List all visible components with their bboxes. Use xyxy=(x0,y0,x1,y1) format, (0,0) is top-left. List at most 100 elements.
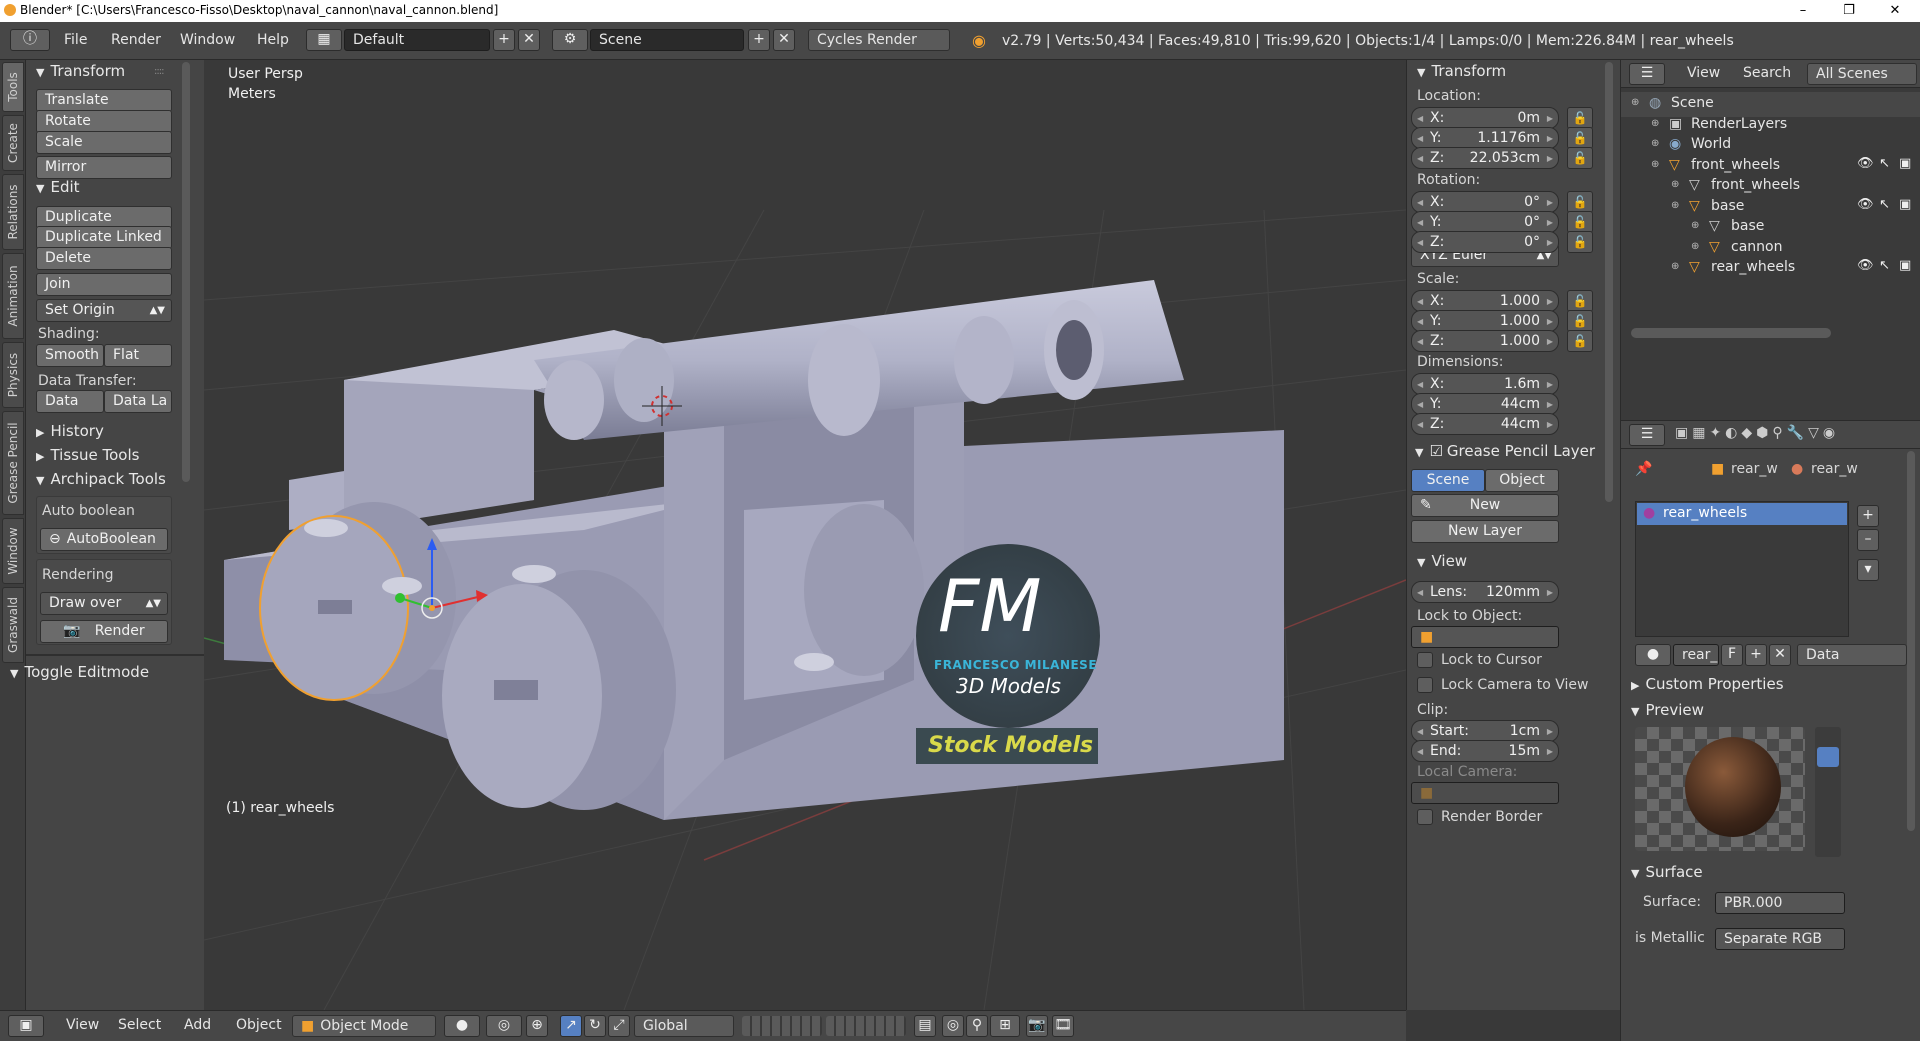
visibility-eye-icon[interactable]: 👁 xyxy=(1857,156,1874,171)
gp-new-layer-button[interactable]: New Layer xyxy=(1411,520,1559,543)
add-slot-icon[interactable]: + xyxy=(1857,505,1879,527)
location-x-lock-icon[interactable]: 🔓 xyxy=(1567,107,1593,129)
expand-toggle-icon[interactable]: ⊕ xyxy=(1671,179,1679,190)
visibility-eye-icon[interactable]: 👁 xyxy=(1857,197,1874,212)
rotation-x-lock-icon[interactable]: 🔓 xyxy=(1567,191,1593,213)
link-dropdown[interactable]: Data xyxy=(1797,644,1907,666)
scale-manipulator-icon[interactable]: ⤢ xyxy=(608,1015,630,1037)
snap-toggle-icon[interactable]: ⚲ xyxy=(966,1015,988,1037)
outliner-filter-dropdown[interactable]: All Scenes xyxy=(1807,63,1917,85)
grease-pencil-header[interactable]: ▼ ☑ Grease Pencil Layer xyxy=(1415,442,1595,460)
remove-scene-icon[interactable]: ✕ xyxy=(773,29,795,51)
location-z-lock-icon[interactable]: 🔓 xyxy=(1567,147,1593,169)
toggle-editmode-header[interactable]: ▼ Toggle Editmode xyxy=(10,663,149,681)
properties-editor-icon[interactable]: ☰ xyxy=(1629,424,1665,446)
custom-properties-header[interactable]: ▶ Custom Properties xyxy=(1631,675,1784,693)
breadcrumb-object[interactable]: rear_w xyxy=(1731,461,1778,477)
rotation-x-field[interactable]: ◀ X: 0° ▶ xyxy=(1411,191,1559,213)
outliner-row[interactable]: ⊕ ▽ rear_wheels 👁 ↖ ▣ xyxy=(1621,256,1920,281)
delete-button[interactable]: Delete xyxy=(36,247,172,270)
edit-panel-header[interactable]: ▼ Edit xyxy=(36,178,80,196)
gp-scene-button[interactable]: Scene xyxy=(1411,469,1485,492)
scale-button[interactable]: Scale xyxy=(36,131,172,154)
object-mode-dropdown[interactable]: ■ Object Mode xyxy=(292,1015,436,1037)
expand-toggle-icon[interactable]: ⊕ xyxy=(1631,97,1639,108)
menu-object[interactable]: Object xyxy=(236,1017,282,1033)
history-panel-header[interactable]: ▶ History xyxy=(36,422,104,440)
gp-checkbox-icon[interactable]: ☑ xyxy=(1429,442,1442,460)
tab-window[interactable]: Window xyxy=(2,518,24,584)
material-name-field[interactable]: rear_ xyxy=(1673,644,1719,666)
view-panel-header[interactable]: ▼ View xyxy=(1417,552,1467,570)
pivot-point-icon[interactable]: ◎ xyxy=(486,1015,522,1037)
remove-slot-icon[interactable]: – xyxy=(1857,529,1879,551)
gp-new-button[interactable]: ✎ New xyxy=(1411,494,1559,517)
unlink-material-icon[interactable]: ✕ xyxy=(1769,644,1791,666)
menu-window[interactable]: Window xyxy=(180,32,235,48)
scale-z-lock-icon[interactable]: 🔓 xyxy=(1567,330,1593,352)
editor-type-icon[interactable]: ⓘ xyxy=(10,29,50,51)
npanel-scrollbar[interactable] xyxy=(1605,62,1613,502)
autoboolean-button[interactable]: ⊖ AutoBoolean xyxy=(40,528,168,551)
screen-layout-icon[interactable]: ▦ xyxy=(306,29,342,51)
visibility-eye-icon[interactable]: 👁 xyxy=(1857,258,1874,273)
expand-toggle-icon[interactable]: ⊕ xyxy=(1671,200,1679,211)
lock-camera-checkbox[interactable] xyxy=(1417,677,1433,693)
proportional-edit-icon[interactable]: ◎ xyxy=(942,1015,964,1037)
layers-grid[interactable] xyxy=(742,1016,822,1036)
view3d-editor-icon[interactable]: ▣ xyxy=(8,1015,44,1037)
renderable-camera-icon[interactable]: ▣ xyxy=(1899,156,1911,171)
tab-grease-pencil[interactable]: Grease Pencil xyxy=(2,411,24,515)
rotate-manipulator-icon[interactable]: ↻ xyxy=(584,1015,606,1037)
surface-node-field[interactable]: PBR.000 xyxy=(1715,892,1845,914)
rotation-y-field[interactable]: ◀ Y: 0° ▶ xyxy=(1411,211,1559,233)
preview-header[interactable]: ▼ Preview xyxy=(1631,701,1704,719)
close-window-button[interactable]: ✕ xyxy=(1872,0,1918,22)
location-y-field[interactable]: ◀ Y: 1.1176m ▶ xyxy=(1411,127,1559,149)
scene-field[interactable]: Scene xyxy=(590,29,744,51)
lock-object-field[interactable]: ■ xyxy=(1411,626,1559,648)
translate-manipulator-icon[interactable]: ↗ xyxy=(560,1015,582,1037)
outliner-view-menu[interactable]: View xyxy=(1687,65,1720,81)
scale-z-field[interactable]: ◀ Z: 1.000 ▶ xyxy=(1411,330,1559,352)
rotation-y-lock-icon[interactable]: 🔓 xyxy=(1567,211,1593,233)
snap-element-icon[interactable]: ⊞ xyxy=(990,1015,1020,1037)
outliner-editor-icon[interactable]: ☰ xyxy=(1629,63,1665,85)
surface-header[interactable]: ▼ Surface xyxy=(1631,863,1703,881)
n-transform-header[interactable]: ▼ Transform xyxy=(1417,62,1506,80)
location-z-field[interactable]: ◀ Z: 22.053cm ▶ xyxy=(1411,147,1559,169)
render-button[interactable]: 📷 Render xyxy=(40,620,168,643)
add-layout-icon[interactable]: + xyxy=(493,29,515,51)
menu-add[interactable]: Add xyxy=(184,1017,211,1033)
mirror-button[interactable]: Mirror xyxy=(36,156,172,179)
render-engine-dropdown[interactable]: Cycles Render xyxy=(808,29,950,51)
translate-button[interactable]: Translate xyxy=(36,89,172,112)
dimensions-z-field[interactable]: ◀ Z: 44cm ▶ xyxy=(1411,413,1559,435)
draw-over-dropdown[interactable]: Draw over ▲▼ xyxy=(40,592,168,615)
set-origin-dropdown[interactable]: Set Origin ▲▼ xyxy=(36,299,172,322)
join-button[interactable]: Join xyxy=(36,273,172,296)
new-material-icon[interactable]: + xyxy=(1745,644,1767,666)
clip-end-field[interactable]: ◀ End: 15m ▶ xyxy=(1411,740,1559,762)
smooth-button[interactable]: Smooth xyxy=(36,344,104,367)
lock-layers-icon[interactable]: ▤ xyxy=(914,1015,936,1037)
scale-x-field[interactable]: ◀ X: 1.000 ▶ xyxy=(1411,290,1559,312)
viewport-shading-icon[interactable]: ● xyxy=(444,1015,480,1037)
scale-y-lock-icon[interactable]: 🔓 xyxy=(1567,310,1593,332)
tab-animation[interactable]: Animation xyxy=(2,253,24,339)
material-browse-icon[interactable]: ● xyxy=(1635,644,1671,666)
menu-help[interactable]: Help xyxy=(257,32,289,48)
data-layout-button[interactable]: Data La xyxy=(104,390,172,413)
fake-user-button[interactable]: F xyxy=(1721,644,1743,666)
add-scene-icon[interactable]: + xyxy=(748,29,770,51)
scene-render[interactable] xyxy=(204,60,1406,1010)
rotate-button[interactable]: Rotate xyxy=(36,110,172,133)
archipack-panel-header[interactable]: ▼ Archipack Tools xyxy=(36,470,166,488)
scale-x-lock-icon[interactable]: 🔓 xyxy=(1567,290,1593,312)
preview-sphere-icon[interactable] xyxy=(1817,747,1839,767)
expand-toggle-icon[interactable]: ⊕ xyxy=(1671,261,1679,272)
selectable-arrow-icon[interactable]: ↖ xyxy=(1879,197,1890,212)
menu-render[interactable]: Render xyxy=(111,32,161,48)
pin-icon[interactable]: 📌 xyxy=(1635,461,1652,477)
manipulator-toggle-icon[interactable]: ⊕ xyxy=(526,1015,548,1037)
